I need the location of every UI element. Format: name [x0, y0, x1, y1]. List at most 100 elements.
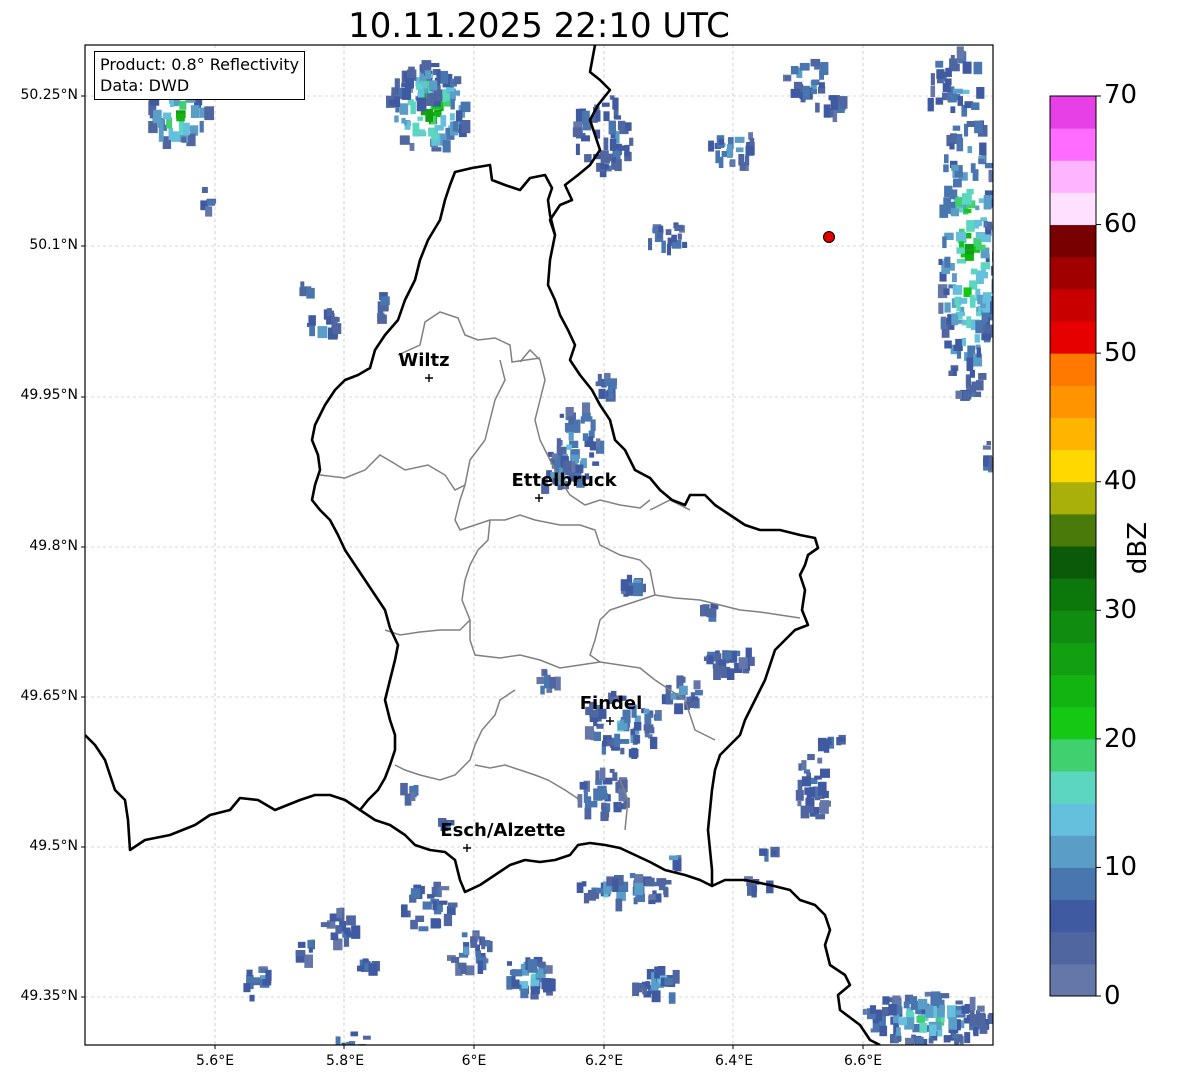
echo-cell	[718, 156, 724, 168]
echo-cell	[957, 312, 965, 317]
echo-cell	[862, 1008, 867, 1015]
echo-cell	[635, 734, 640, 744]
echo-cell	[207, 200, 216, 206]
echo-cell	[981, 333, 991, 341]
echo-cell	[978, 373, 987, 380]
colorbar-unit-label: dBZ	[1123, 521, 1153, 575]
echo-cell	[549, 677, 556, 689]
echo-cell	[350, 1031, 358, 1037]
echo-cell	[583, 416, 593, 422]
echo-cell	[882, 996, 890, 1005]
echo-cell	[632, 982, 640, 996]
echo-cell	[407, 120, 411, 126]
echo-cell	[651, 981, 659, 991]
echo-cell	[592, 461, 600, 466]
echo-cell	[896, 1035, 902, 1042]
echo-cell	[582, 110, 590, 124]
echo-cell	[463, 946, 469, 955]
echo-cell	[409, 142, 415, 151]
echo-cell	[405, 78, 414, 89]
echo-cell	[299, 287, 307, 297]
colorbar-segment	[1050, 513, 1096, 547]
echo-cell	[989, 300, 993, 307]
echo-cell	[956, 137, 964, 152]
echo-cell	[332, 323, 342, 335]
echo-cell	[399, 103, 409, 115]
echo-cell	[510, 969, 518, 975]
echo-cell	[572, 127, 583, 136]
echo-cell	[706, 608, 717, 618]
echo-cell	[344, 927, 351, 935]
echo-cell	[461, 120, 471, 134]
echo-cell	[335, 925, 342, 934]
echo-cell	[810, 89, 817, 95]
echo-cell	[745, 155, 750, 166]
echo-cell	[619, 739, 630, 744]
echo-cell	[666, 243, 671, 256]
echo-cell	[643, 708, 650, 714]
echo-cell	[581, 881, 587, 887]
echo-cell	[583, 789, 588, 803]
echo-cell	[966, 232, 972, 239]
echo-cell	[658, 225, 664, 233]
colorbar-segment	[1050, 417, 1096, 451]
echo-cell	[251, 977, 261, 983]
colorbar-segment	[1050, 192, 1096, 226]
echo-cell	[948, 370, 953, 376]
echo-cell	[595, 770, 600, 781]
echo-cell	[450, 99, 455, 110]
echo-cell	[429, 80, 438, 91]
echo-cell	[620, 747, 625, 755]
echo-cell	[806, 792, 811, 801]
echo-cell	[614, 733, 621, 748]
echo-cell	[581, 135, 590, 142]
colorbar-tick-label: 0	[1104, 981, 1121, 1011]
echo-cell	[204, 106, 214, 121]
echo-cell	[819, 70, 824, 80]
echo-cell	[546, 688, 553, 693]
echo-cell	[759, 848, 767, 856]
echo-cell	[451, 957, 460, 963]
echo-cell	[582, 433, 589, 441]
echo-cell	[551, 453, 558, 460]
echo-cell	[527, 959, 538, 973]
echo-cell	[668, 992, 676, 1004]
colorbar-tick-label: 70	[1104, 80, 1138, 110]
echo-cell	[795, 789, 804, 801]
echo-cell	[983, 221, 988, 228]
echo-cell	[952, 1033, 959, 1039]
echo-cell	[448, 902, 458, 908]
echo-cell	[771, 850, 777, 856]
echo-cell	[633, 582, 643, 597]
echo-cell	[976, 87, 985, 99]
city-label-esch: Esch/Alzette	[440, 820, 566, 841]
echo-cell	[738, 657, 748, 669]
echo-cell	[979, 142, 987, 156]
echo-cell	[818, 737, 827, 752]
echo-cell	[962, 61, 972, 74]
echo-cell	[638, 983, 644, 990]
echo-cell	[422, 901, 432, 910]
city-label-findel: Findel	[579, 693, 643, 714]
echo-cell	[982, 445, 991, 450]
echo-cell	[169, 98, 174, 107]
echo-cell	[802, 85, 810, 99]
echo-cell	[969, 294, 975, 305]
echo-cell	[950, 55, 955, 63]
echo-cell	[462, 962, 467, 974]
echo-cell	[399, 135, 410, 145]
echo-cell	[179, 100, 187, 110]
echo-cell	[540, 685, 545, 695]
echo-cell	[749, 656, 755, 666]
echo-cell	[729, 161, 736, 166]
echo-cell	[431, 147, 442, 152]
echo-cell	[507, 961, 512, 966]
colorbar-segment	[1050, 449, 1096, 483]
echo-cell	[391, 87, 398, 96]
colorbar-tick-label: 10	[1104, 852, 1138, 882]
echo-cell	[671, 234, 677, 243]
echo-cell	[951, 94, 958, 101]
echo-cell	[956, 1019, 961, 1031]
echo-cell	[669, 855, 679, 861]
echo-cell	[931, 991, 941, 1004]
